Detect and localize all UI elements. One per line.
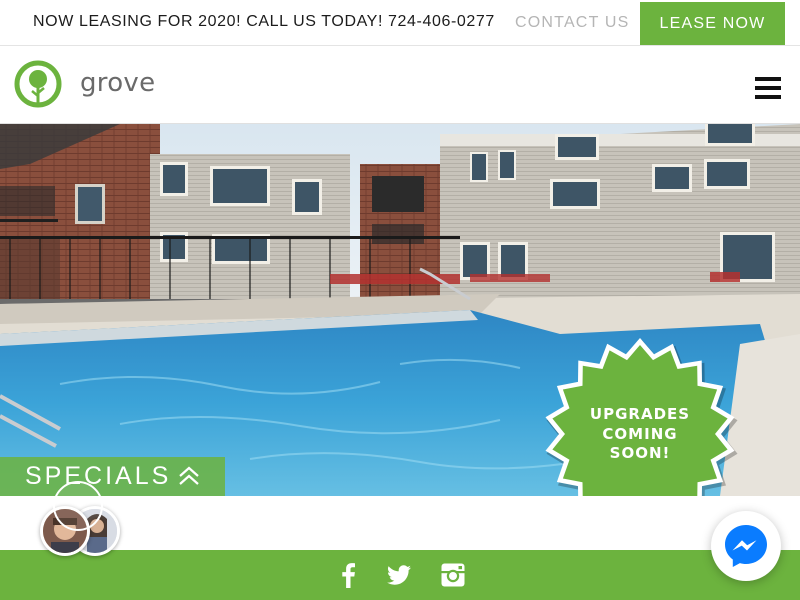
tree-logo-icon (14, 60, 62, 108)
top-bar: NOW LEASING FOR 2020! CALL US TODAY! 724… (0, 0, 800, 46)
double-chevron-up-icon (179, 466, 199, 485)
promo-banner-text: NOW LEASING FOR 2020! CALL US TODAY! 724… (33, 13, 495, 30)
instagram-icon[interactable] (440, 562, 466, 588)
badge-line: COMING (602, 424, 678, 443)
messenger-icon (725, 525, 767, 567)
badge-text: UPGRADES COMING SOON! (541, 405, 739, 464)
upgrades-badge: UPGRADES COMING SOON! (541, 335, 739, 496)
contact-us-link[interactable]: CONTACT US (515, 14, 630, 32)
chat-bubble-outline[interactable] (53, 481, 103, 531)
specials-tab[interactable]: SPECIALS (0, 457, 225, 496)
badge-line: UPGRADES (589, 405, 691, 423)
logo-wordmark: grove (80, 68, 156, 98)
hamburger-menu-icon[interactable] (755, 77, 781, 99)
lease-now-button[interactable]: LEASE NOW (640, 2, 785, 45)
specials-label: SPECIALS (25, 462, 172, 490)
grove-logo[interactable]: grove (14, 60, 155, 110)
messenger-chat-button[interactable] (711, 511, 781, 581)
hero-banner: UPGRADES COMING SOON! (0, 124, 800, 496)
social-footer (0, 550, 800, 600)
site-header: grove (0, 46, 800, 124)
badge-line: SOON! (609, 444, 671, 462)
twitter-icon[interactable] (386, 562, 412, 588)
facebook-icon[interactable] (336, 562, 362, 588)
